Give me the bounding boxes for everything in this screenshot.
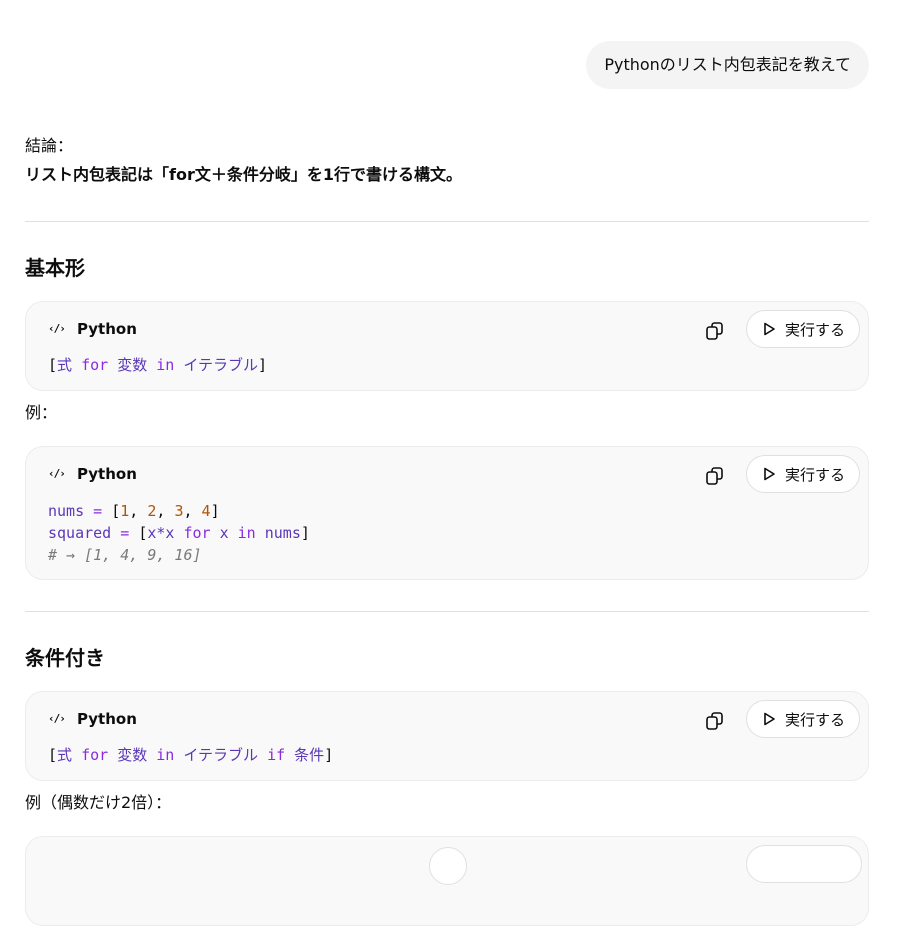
copy-icon <box>706 322 723 340</box>
code-block-partial <box>25 836 869 926</box>
run-button-label: 実行する <box>785 320 846 339</box>
section-title-conditional: 条件付き <box>25 646 105 670</box>
code-icon: ‹/› <box>48 322 66 335</box>
divider <box>25 221 869 222</box>
code-content: nums = [1, 2, 3, 4] squared = [x*x for x… <box>48 502 310 564</box>
code-block-header: ‹/› Python 実行する <box>26 692 868 748</box>
scroll-down-button[interactable] <box>429 847 467 885</box>
code-block-example: ‹/› Python 実行する nums = [1, 2, 3, 4] squa… <box>25 446 869 580</box>
example-label: 例（偶数だけ2倍）： <box>25 793 172 812</box>
play-icon <box>764 712 775 726</box>
code-language-label: Python <box>77 710 137 728</box>
code-language-label: Python <box>77 465 137 483</box>
user-message-bubble: Pythonのリスト内包表記を教えて <box>586 41 869 89</box>
copy-icon <box>706 712 723 730</box>
code-content: [式 for 変数 in イテラブル] <box>48 356 268 374</box>
copy-button[interactable] <box>703 464 727 488</box>
copy-button[interactable] <box>703 319 727 343</box>
code-content: [式 for 変数 in イテラブル if 条件] <box>48 746 334 764</box>
example-label: 例： <box>25 403 58 422</box>
code-language-label: Python <box>77 320 137 338</box>
code-block-header: ‹/› Python 実行する <box>26 447 868 503</box>
code-block-header: ‹/› Python 実行する <box>26 302 868 358</box>
code-block-conditional-form: ‹/› Python 実行する [式 for 変数 in イテラブル if 条件… <box>25 691 869 781</box>
run-button-label: 実行する <box>785 710 846 729</box>
section-title-basic: 基本形 <box>25 256 85 280</box>
run-button[interactable]: 実行する <box>746 700 861 738</box>
play-icon <box>764 322 775 336</box>
copy-button[interactable] <box>703 709 727 733</box>
code-block-basic-form: ‹/› Python 実行する [式 for 変数 in イテラブル] <box>25 301 869 391</box>
user-message-text: Pythonのリスト内包表記を教えて <box>604 55 851 74</box>
conclusion-label: 結論： <box>25 136 74 155</box>
run-button[interactable]: 実行する <box>746 455 861 493</box>
run-button-label: 実行する <box>785 465 846 484</box>
code-icon: ‹/› <box>48 712 66 725</box>
copy-icon <box>706 467 723 485</box>
run-button[interactable] <box>746 845 862 883</box>
run-button[interactable]: 実行する <box>746 310 861 348</box>
play-icon <box>764 467 775 481</box>
code-icon: ‹/› <box>48 467 66 480</box>
conclusion-text: リスト内包表記は「for文＋条件分岐」を1行で書ける構文。 <box>25 165 462 184</box>
divider <box>25 611 869 612</box>
